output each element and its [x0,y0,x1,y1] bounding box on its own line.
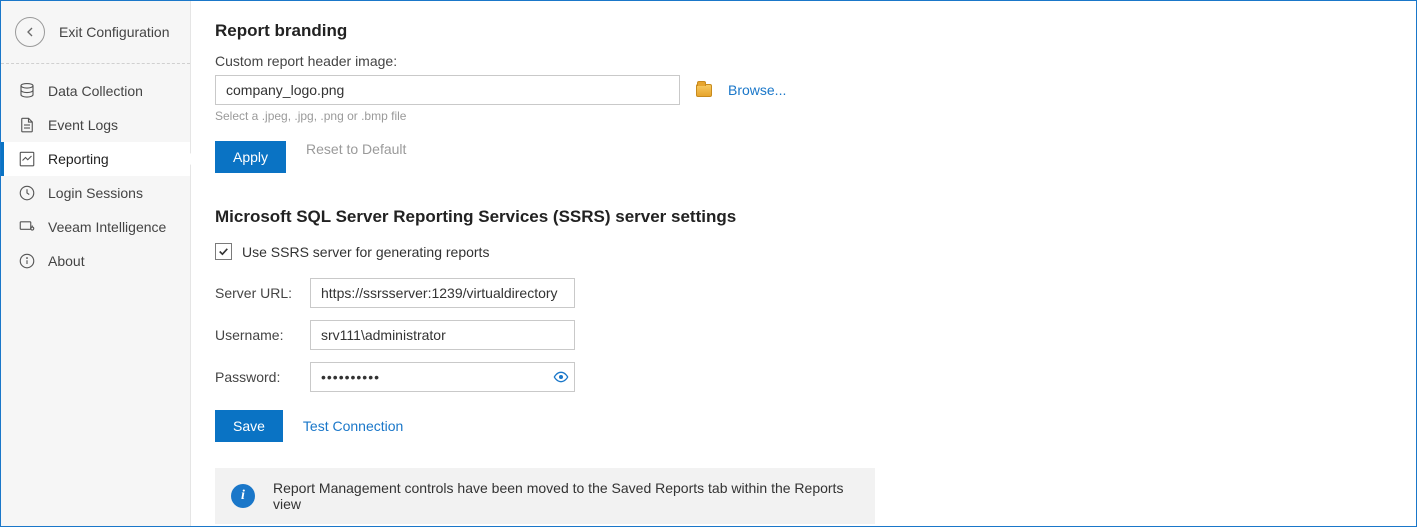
sidebar-item-data-collection[interactable]: Data Collection [1,74,190,108]
sidebar-item-about[interactable]: About [1,244,190,278]
sidebar-item-veeam-intelligence[interactable]: Veeam Intelligence [1,210,190,244]
chart-icon [18,150,36,168]
password-label: Password: [215,369,300,385]
info-icon [18,252,36,270]
sidebar: Exit Configuration Data Collection Event… [1,1,191,526]
ssrs-buttons: Save Test Connection [215,410,1392,442]
header-image-hint: Select a .jpeg, .jpg, .png or .bmp file [215,109,1392,123]
sidebar-item-label: Veeam Intelligence [48,219,166,235]
sidebar-item-label: Event Logs [48,117,118,133]
sidebar-item-label: Data Collection [48,83,143,99]
use-ssrs-checkbox[interactable]: Use SSRS server for generating reports [215,243,1392,260]
sidebar-nav: Data Collection Event Logs Reporting Log… [1,64,190,278]
eye-icon[interactable] [553,369,569,385]
save-button[interactable]: Save [215,410,283,442]
branding-buttons: Apply Reset to Default [215,141,1392,173]
sidebar-item-event-logs[interactable]: Event Logs [1,108,190,142]
sidebar-item-reporting[interactable]: Reporting [1,142,190,176]
folder-icon [696,84,712,97]
main-content: Report branding Custom report header ima… [191,1,1416,526]
exit-configuration-button[interactable]: Exit Configuration [1,1,190,64]
back-arrow-icon [15,17,45,47]
password-wrapper [310,362,575,392]
server-url-input[interactable] [310,278,575,308]
sidebar-item-label: Reporting [48,151,109,167]
report-branding-heading: Report branding [215,21,1392,41]
sparkle-icon [18,218,36,236]
test-connection-link[interactable]: Test Connection [303,418,403,434]
sidebar-item-label: Login Sessions [48,185,143,201]
password-input[interactable] [310,362,575,392]
use-ssrs-label: Use SSRS server for generating reports [242,244,489,260]
header-image-input[interactable] [215,75,680,105]
apply-button[interactable]: Apply [215,141,286,173]
username-label: Username: [215,327,300,343]
ssrs-heading: Microsoft SQL Server Reporting Services … [215,207,1392,227]
clock-icon [18,184,36,202]
info-text: Report Management controls have been mov… [273,480,859,512]
header-image-label: Custom report header image: [215,53,1392,69]
header-image-row: Browse... [215,75,1392,105]
sidebar-item-login-sessions[interactable]: Login Sessions [1,176,190,210]
sidebar-item-label: About [48,253,85,269]
exit-label: Exit Configuration [59,24,170,40]
browse-link[interactable]: Browse... [728,82,786,98]
ssrs-section: Microsoft SQL Server Reporting Services … [215,207,1392,524]
server-url-label: Server URL: [215,285,300,301]
app-window: Exit Configuration Data Collection Event… [0,0,1417,527]
checkbox-icon [215,243,232,260]
database-icon [18,82,36,100]
info-circle-icon: i [231,484,255,508]
ssrs-form: Server URL: Username: Password: [215,278,1392,392]
username-input[interactable] [310,320,575,350]
reset-to-default-button[interactable]: Reset to Default [306,141,406,173]
info-bar: i Report Management controls have been m… [215,468,875,524]
document-icon [18,116,36,134]
